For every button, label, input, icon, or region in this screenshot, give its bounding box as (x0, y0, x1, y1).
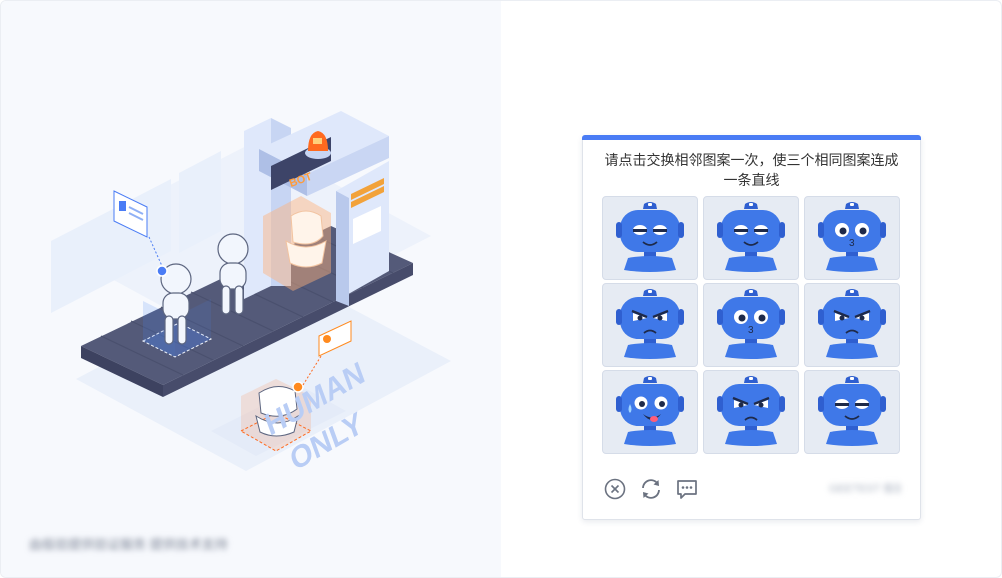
robot-face-icon (717, 376, 785, 446)
tile-4[interactable] (602, 283, 698, 367)
refresh-button[interactable] (639, 477, 663, 501)
robot-face-icon (717, 202, 785, 272)
captcha-actions (603, 476, 699, 502)
svg-text:3: 3 (748, 325, 754, 336)
brand-logo: GEETEST 极验 (829, 483, 901, 494)
tile-3[interactable]: 3 (804, 196, 900, 280)
tile-grid: 3 3 (602, 196, 902, 454)
tile-7[interactable] (602, 370, 698, 454)
tile-6[interactable] (804, 283, 900, 367)
captcha-instruction: 请点击交换相邻图案一次，使三个相同图案连成一条直线 (604, 152, 899, 188)
tile-8[interactable] (703, 370, 799, 454)
feedback-button[interactable] (675, 477, 699, 501)
tile-9[interactable] (804, 370, 900, 454)
tile-2[interactable] (703, 196, 799, 280)
footer-note: 由极验提供验证服务 提供技术支持 (29, 537, 228, 552)
human-only-illustration: BOT HUMAN ONLY (51, 111, 451, 478)
close-button[interactable] (603, 477, 627, 501)
captcha-panel: 请点击交换相邻图案一次，使三个相同图案连成一条直线 3 3 GEETEST 极验 (582, 135, 921, 520)
captcha-accent-bar (582, 135, 921, 140)
robot-face-icon: 3 (818, 202, 886, 272)
tile-5[interactable]: 3 (703, 283, 799, 367)
robot-face-icon (616, 289, 684, 359)
illustration-panel: BOT HUMAN ONLY 由极验提供验证服务 提供技术支持 (1, 1, 501, 577)
captcha-window: BOT HUMAN ONLY 由极验提供验证服务 提供技术支持 请点击交换相邻图… (0, 0, 1002, 578)
robot-face-icon (818, 376, 886, 446)
robot-face-icon (616, 376, 684, 446)
robot-face-icon: 3 (717, 289, 785, 359)
close-circle-icon (604, 478, 626, 500)
refresh-icon (642, 479, 660, 499)
svg-text:3: 3 (849, 238, 855, 249)
tile-1[interactable] (602, 196, 698, 280)
robot-face-icon (818, 289, 886, 359)
feedback-icon (677, 480, 697, 499)
robot-face-icon (616, 202, 684, 272)
